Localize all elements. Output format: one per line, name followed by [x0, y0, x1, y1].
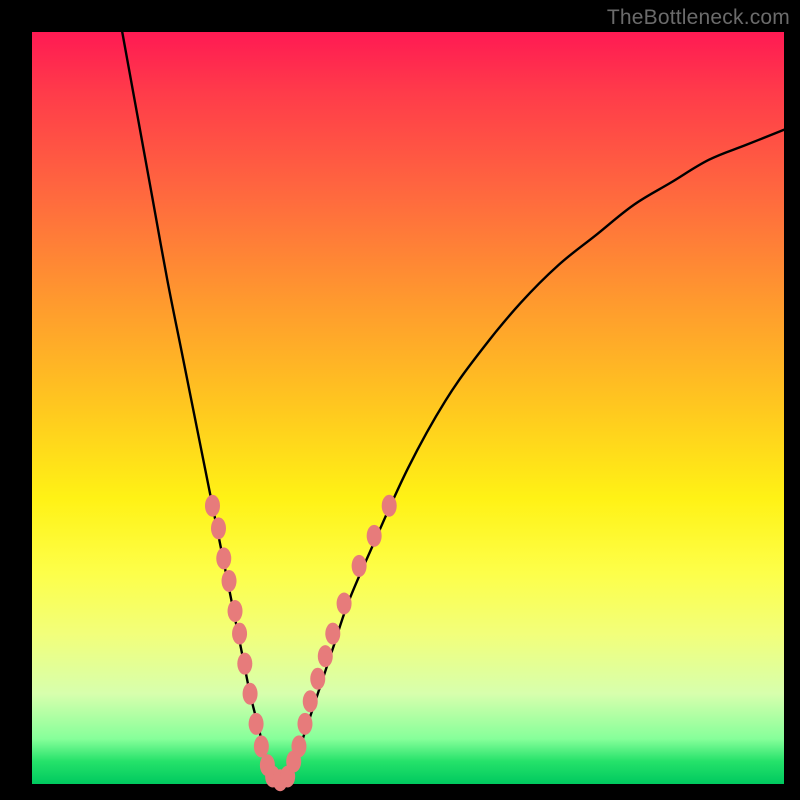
data-marker — [337, 593, 352, 615]
marker-layer — [205, 495, 397, 791]
curve-layer — [122, 32, 784, 781]
data-marker — [367, 525, 382, 547]
data-marker — [291, 735, 306, 757]
data-marker — [228, 600, 243, 622]
bottleneck-curve — [122, 32, 784, 781]
data-marker — [211, 517, 226, 539]
data-marker — [237, 653, 252, 675]
data-marker — [325, 623, 340, 645]
data-marker — [254, 735, 269, 757]
data-marker — [232, 623, 247, 645]
data-marker — [303, 690, 318, 712]
data-marker — [243, 683, 258, 705]
watermark-text: TheBottleneck.com — [607, 6, 790, 30]
chart-svg — [32, 32, 784, 784]
data-marker — [205, 495, 220, 517]
chart-frame: TheBottleneck.com — [0, 0, 800, 800]
data-marker — [318, 645, 333, 667]
data-marker — [382, 495, 397, 517]
data-marker — [216, 547, 231, 569]
plot-area — [32, 32, 784, 784]
data-marker — [249, 713, 264, 735]
data-marker — [297, 713, 312, 735]
data-marker — [352, 555, 367, 577]
data-marker — [222, 570, 237, 592]
data-marker — [310, 668, 325, 690]
